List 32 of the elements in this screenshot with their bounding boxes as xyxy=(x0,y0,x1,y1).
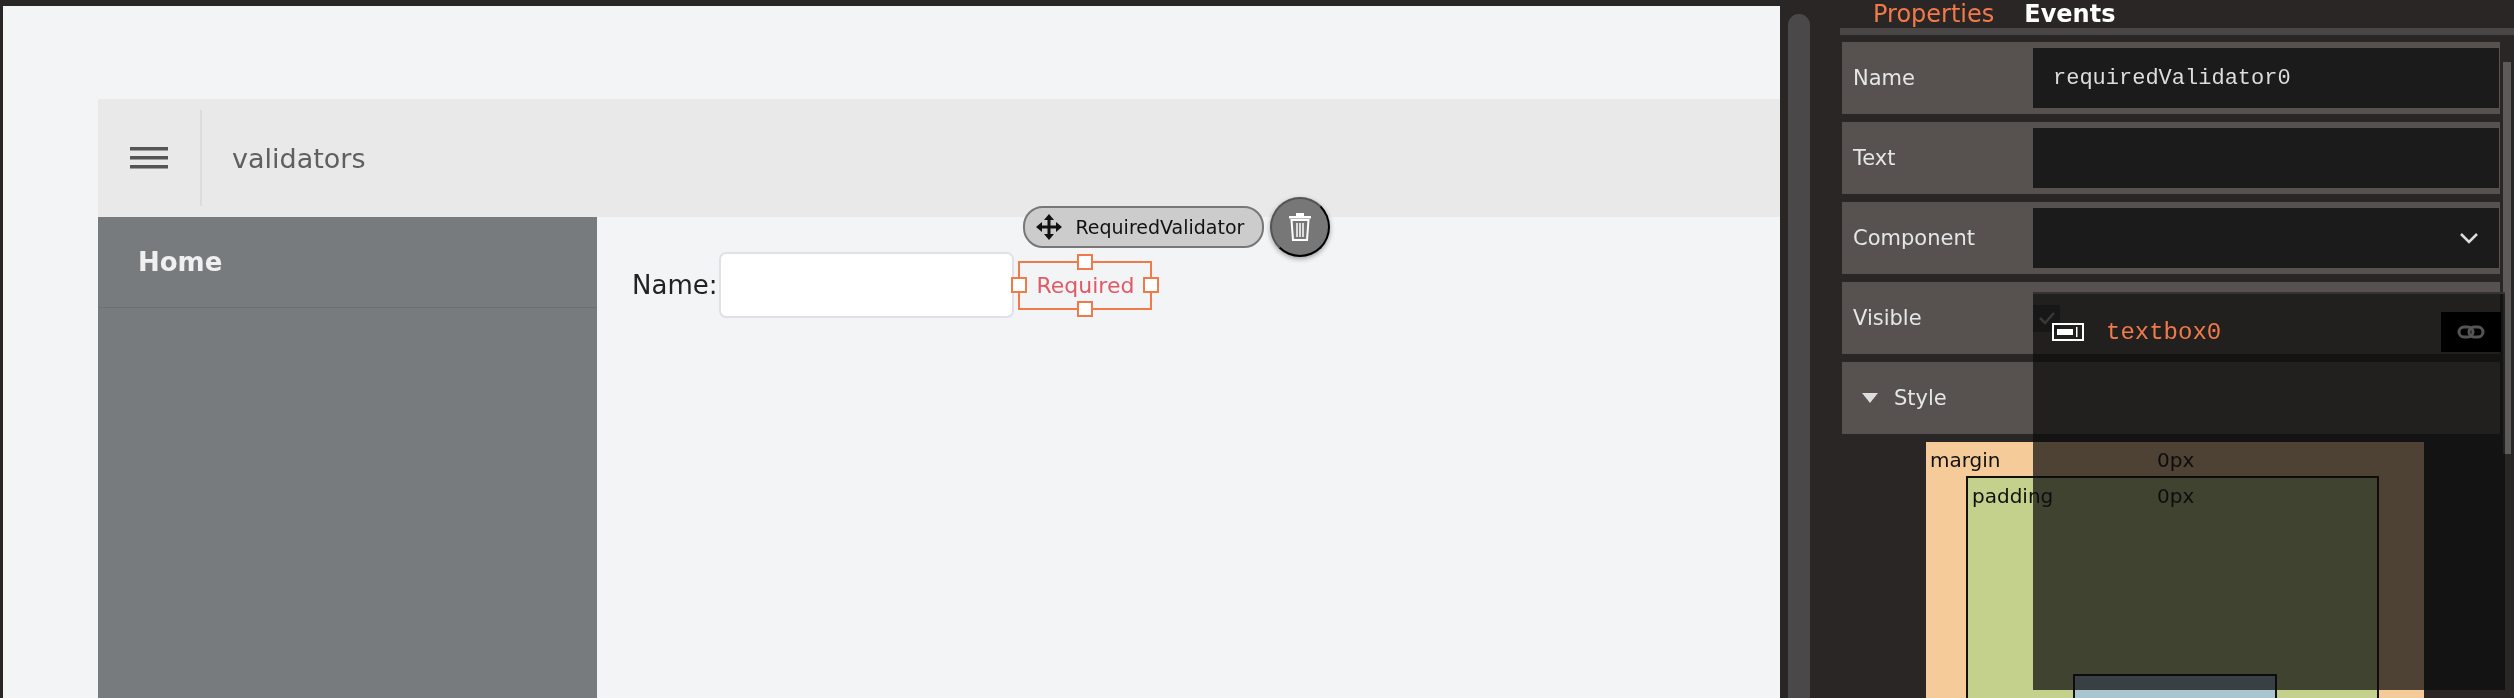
field-label: Name: xyxy=(632,270,718,300)
link-icon xyxy=(2457,325,2485,339)
margin-label: margin xyxy=(1930,448,2001,472)
chevron-icon xyxy=(2459,232,2479,244)
field-label: Text xyxy=(1852,146,1897,170)
resize-handle[interactable] xyxy=(1011,277,1028,293)
field-label: Visible xyxy=(1852,306,1923,330)
field-label: Component xyxy=(1852,226,1976,250)
nav-item[interactable]: Home xyxy=(98,217,597,308)
panel-tab[interactable]: Events xyxy=(2024,0,2116,28)
resize-handle[interactable] xyxy=(1143,277,1160,293)
resize-handle[interactable] xyxy=(1077,253,1094,270)
text-field[interactable]: requiredValidator0 xyxy=(2033,48,2499,108)
component-tag[interactable]: RequiredValidator xyxy=(1023,205,1265,248)
text-field[interactable] xyxy=(2033,128,2499,188)
menu-icon[interactable] xyxy=(130,147,168,169)
triangle-icon[interactable] xyxy=(1862,393,1878,403)
section-label[interactable]: Style xyxy=(1894,386,1947,410)
link-button[interactable] xyxy=(2441,312,2501,352)
scrollbar[interactable] xyxy=(1788,14,1810,698)
field-label: Name xyxy=(1852,66,1916,90)
move-icon[interactable] xyxy=(1035,212,1064,241)
textbox-icon xyxy=(2052,323,2084,341)
trash-icon xyxy=(1289,212,1312,241)
input-field[interactable] xyxy=(719,252,1015,318)
scrollbar[interactable] xyxy=(2503,62,2511,454)
dropdown-option[interactable]: textbox0 xyxy=(2106,318,2222,346)
resize-handle[interactable] xyxy=(1077,300,1094,317)
validator-message[interactable]: Required xyxy=(1036,272,1135,298)
select-field[interactable] xyxy=(2033,208,2499,268)
panel-tab[interactable]: Properties xyxy=(1873,0,1995,28)
app-title: validators xyxy=(232,142,366,174)
